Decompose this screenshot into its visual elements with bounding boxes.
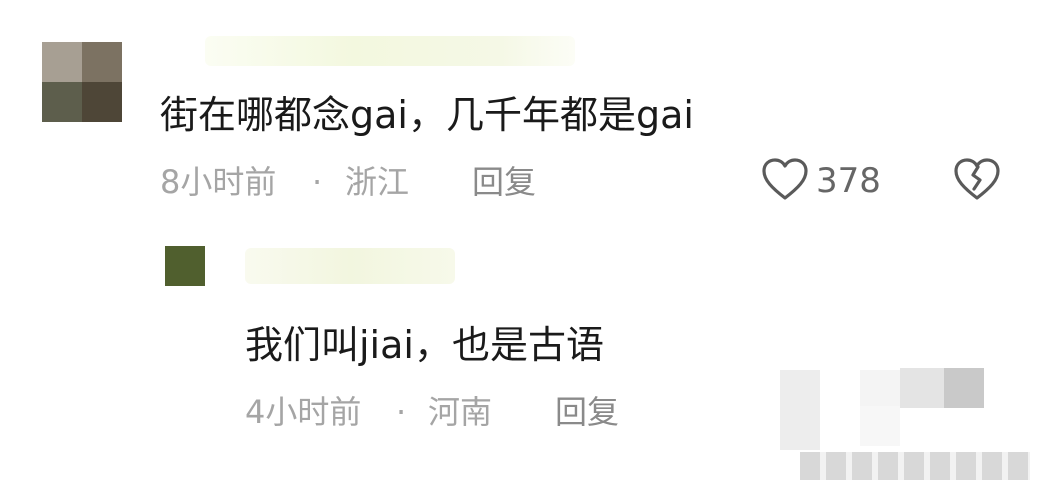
reply-time: 4小时前 <box>245 393 362 431</box>
watermark-block <box>860 406 900 446</box>
like-count: 378 <box>816 161 881 201</box>
watermark-block <box>860 370 900 406</box>
reply-button[interactable]: 回复 <box>472 166 536 198</box>
watermark-strip <box>800 452 1030 480</box>
watermark-block <box>944 368 984 408</box>
comment-location: 浙江 <box>345 163 410 201</box>
reply-avatar[interactable] <box>165 246 205 286</box>
heart-outline-icon[interactable] <box>762 158 808 202</box>
broken-heart-icon[interactable] <box>954 158 1000 202</box>
watermark-block <box>780 370 820 450</box>
reply-meta-separator: · <box>396 393 407 431</box>
comment-time: 8小时前 <box>160 163 277 201</box>
reply-location: 河南 <box>428 393 493 431</box>
avatar[interactable] <box>42 42 122 122</box>
reply-username-blurred[interactable] <box>245 248 455 284</box>
comment-text: 街在哪都念gai，几千年都是gai <box>160 93 694 137</box>
meta-separator: · <box>312 163 323 201</box>
reply-comment-text: 我们叫jiai，也是古语 <box>245 323 604 367</box>
username-blurred[interactable] <box>205 36 575 66</box>
reply-reply-button[interactable]: 回复 <box>555 396 619 428</box>
watermark-block <box>900 368 944 408</box>
